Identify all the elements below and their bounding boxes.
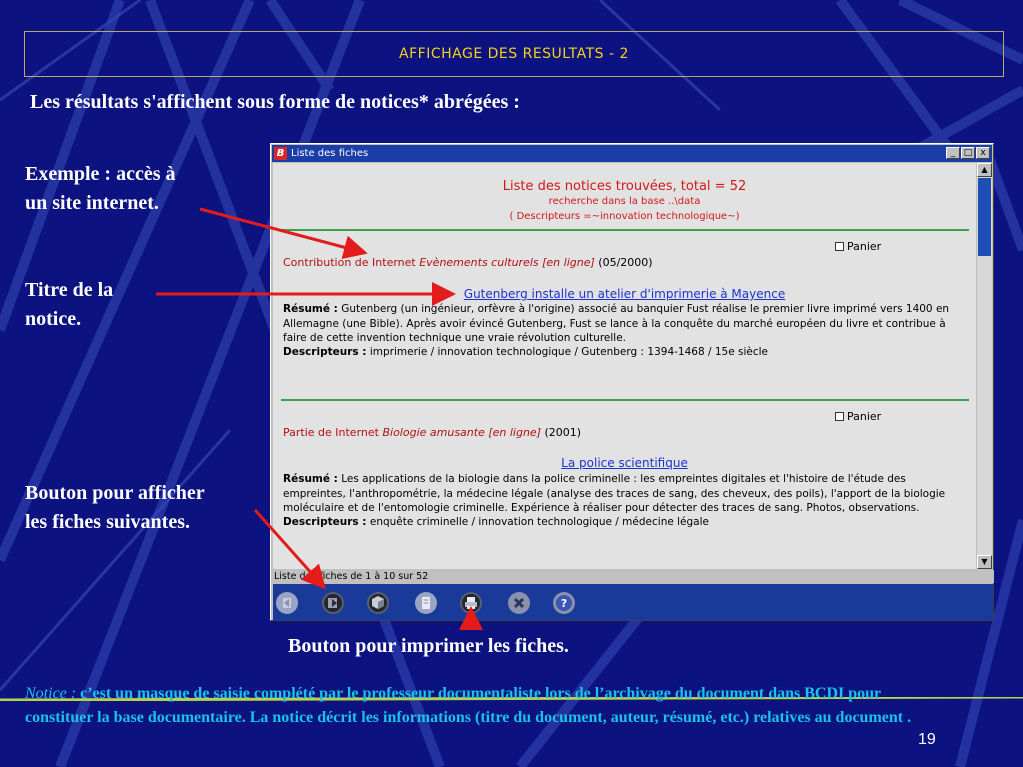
vertical-scrollbar[interactable]: ▲ ▼: [977, 163, 992, 569]
results-content: Liste des notices trouvées, total = 52 r…: [273, 163, 976, 569]
record-descripteurs: Descripteurs : enquête criminelle / inno…: [283, 516, 709, 528]
record-title-link[interactable]: La police scientifique: [273, 456, 976, 470]
panier-checkbox[interactable]: Panier: [835, 240, 881, 253]
document-icon[interactable]: [414, 591, 438, 615]
checkbox-icon[interactable]: [835, 412, 844, 421]
slide-title: AFFICHAGE DES RESULTATS - 2: [399, 46, 629, 62]
window-title: Liste des fiches: [291, 148, 369, 159]
help-icon[interactable]: ?: [552, 591, 576, 615]
results-header-base: recherche dans la base ..\data: [548, 196, 701, 207]
record-source: Partie de Internet Biologie amusante [en…: [283, 426, 582, 439]
scroll-down-icon[interactable]: ▼: [977, 555, 992, 569]
results-header-title: Liste des notices trouvées, total = 52: [502, 179, 747, 194]
maximize-button[interactable]: □: [961, 147, 975, 159]
cube-icon[interactable]: [366, 591, 390, 615]
next-icon[interactable]: [321, 591, 345, 615]
results-header-query: ( Descripteurs =~innovation technologiqu…: [509, 211, 740, 222]
svg-text:?: ?: [561, 597, 567, 610]
divider: [281, 399, 969, 401]
print-icon[interactable]: [459, 591, 483, 615]
caption-example: Exemple : accès à un site internet.: [25, 163, 176, 214]
record-source: Contribution de Internet Evènements cult…: [283, 256, 653, 269]
scroll-thumb[interactable]: [978, 178, 991, 256]
close-button[interactable]: x: [976, 147, 990, 159]
list-window: B Liste des fiches _ □ x Liste des notic…: [270, 143, 994, 621]
panier-checkbox[interactable]: Panier: [835, 410, 881, 423]
footnote: Notice : c’est un masque de saisie compl…: [25, 685, 912, 726]
scroll-up-icon[interactable]: ▲: [977, 163, 992, 177]
record-resume: Résumé : Les applications de la biologie…: [283, 473, 946, 514]
toolbar: ?: [273, 584, 993, 620]
app-logo-icon: B: [274, 147, 287, 160]
slide-title-box: AFFICHAGE DES RESULTATS - 2: [24, 31, 1004, 77]
close-icon[interactable]: [507, 591, 531, 615]
window-controls: _ □ x: [946, 147, 990, 159]
caption-title: Titre de la notice.: [25, 279, 114, 330]
page-number: 19: [918, 731, 936, 748]
checkbox-icon[interactable]: [835, 242, 844, 251]
previous-icon[interactable]: [275, 591, 299, 615]
record-descripteurs: Descripteurs : imprimerie / innovation t…: [283, 346, 769, 358]
status-bar: Liste des fiches de 1 à 10 sur 52: [273, 570, 994, 583]
caption-next-button: Bouton pour afficher les fiches suivante…: [25, 482, 205, 533]
window-titlebar[interactable]: B Liste des fiches _ □ x: [272, 145, 992, 162]
record-resume: Résumé : Gutenberg (un ingénieur, orfèvr…: [283, 303, 950, 344]
caption-print-button: Bouton pour imprimer les fiches.: [288, 635, 569, 657]
record-title-link[interactable]: Gutenberg installe un atelier d'imprimer…: [273, 287, 976, 301]
divider: [281, 229, 969, 231]
minimize-button[interactable]: _: [946, 147, 960, 159]
intro-text: Les résultats s'affichent sous forme de …: [30, 91, 520, 113]
